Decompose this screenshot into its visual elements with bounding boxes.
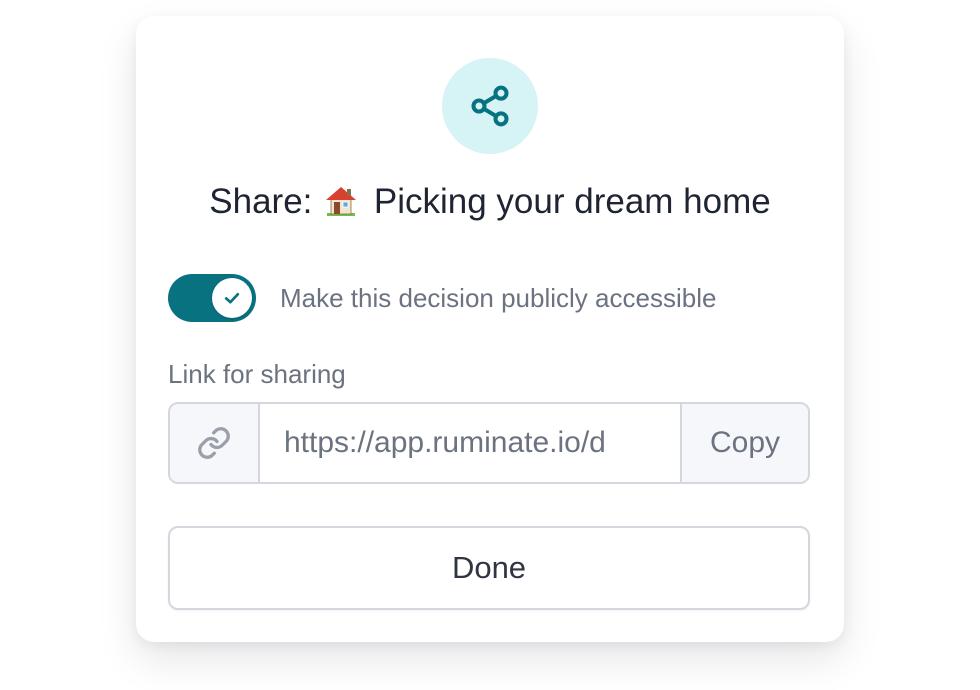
public-access-label: Make this decision publicly accessible: [280, 283, 717, 313]
house-icon: [326, 187, 357, 216]
share-dialog: Share: Picking your dream home Make this…: [136, 16, 844, 642]
share-link-input[interactable]: [260, 404, 680, 482]
dialog-title: Share: Picking your dream home: [136, 180, 844, 224]
link-icon: [198, 427, 230, 459]
link-icon-addon: [170, 404, 260, 482]
copy-button[interactable]: Copy: [680, 404, 808, 482]
public-access-toggle[interactable]: [168, 274, 256, 322]
title-prefix: Share:: [209, 182, 313, 221]
title-text: Picking your dream home: [373, 182, 771, 221]
share-link-label: Link for sharing: [168, 359, 346, 389]
share-icon-badge: [442, 58, 538, 154]
done-button[interactable]: Done: [168, 526, 810, 610]
check-icon: [224, 292, 240, 304]
toggle-knob: [212, 278, 252, 318]
share-link-group: Copy: [168, 402, 810, 484]
share-icon: [471, 85, 509, 127]
